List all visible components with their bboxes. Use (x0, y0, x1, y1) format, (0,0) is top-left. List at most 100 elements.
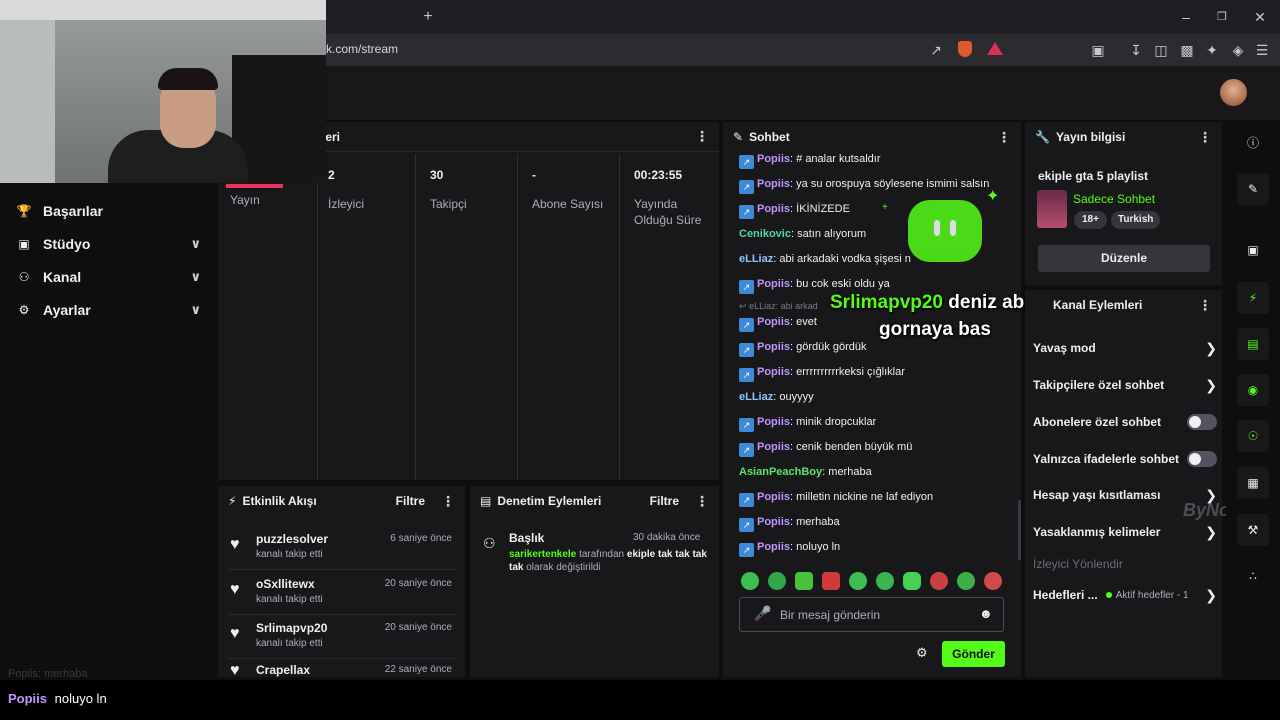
reply-hint: ↩ eLLiaz: abi arkad (739, 301, 818, 312)
setting-goals[interactable]: Hedefleri ... Aktif hedefler - 1 ❯ (1033, 585, 1217, 605)
mod-entry-user[interactable]: sarikertenkele (509, 549, 576, 560)
microphone-icon[interactable]: 🎤 (754, 605, 771, 622)
chat-input-placeholder[interactable]: Bir mesaj gönderin (780, 608, 880, 622)
download-icon[interactable]: ↧ (1126, 40, 1146, 60)
brave-shield-icon[interactable] (958, 41, 972, 57)
new-tab-button[interactable]: + (418, 7, 438, 27)
emote-icon[interactable] (741, 572, 759, 590)
edit-button[interactable]: Düzenle (1038, 245, 1210, 272)
emote-icon[interactable] (930, 572, 948, 590)
chat-text: # analar kutsaldır (796, 153, 881, 165)
setting-followers-only[interactable]: Takipçilere özel sohbet ❯ (1033, 375, 1217, 395)
more-options-icon[interactable]: ⋮ (1198, 297, 1212, 314)
wrench-icon[interactable]: ⚒ (1237, 514, 1269, 546)
category-thumbnail[interactable] (1037, 190, 1067, 228)
url-text[interactable]: k.com/stream (326, 42, 398, 56)
document-icon[interactable]: ▤ (1237, 328, 1269, 360)
chat-username[interactable]: Cenikovic (739, 228, 791, 240)
chat-username[interactable]: eLLiaz (739, 391, 773, 403)
more-options-icon[interactable]: ⋮ (695, 128, 709, 145)
active-dot (1105, 592, 1112, 598)
setting-banned-words[interactable]: Yasaklanmış kelimeler ❯ (1033, 522, 1217, 542)
chat-username[interactable]: Popiis (757, 441, 790, 453)
chat-text: evet (796, 316, 817, 328)
reader-icon[interactable]: ▣ (1088, 40, 1108, 60)
emote-icon[interactable] (984, 572, 1002, 590)
chat-username[interactable]: Popiis (757, 203, 790, 215)
bolt-icon[interactable]: ⚡ (1237, 282, 1269, 314)
emote-icon[interactable] (876, 572, 894, 590)
event-user[interactable]: puzzlesolver (256, 532, 328, 546)
chat-scrollbar[interactable] (1018, 500, 1021, 560)
sparkle-icon: ✦ (986, 188, 1000, 205)
chat-username[interactable]: Popiis (757, 341, 790, 353)
nav-item-studio[interactable]: ▣ Stüdyo ∨ (16, 232, 201, 256)
menu-icon[interactable]: ☰ (1252, 40, 1272, 60)
emoji-icon[interactable]: ☻ (979, 606, 993, 621)
studio-icon: ▣ (18, 237, 30, 251)
nav-item-settings[interactable]: ⚙ Ayarlar ∨ (16, 298, 201, 322)
vpn-icon[interactable]: ◈ (1228, 40, 1248, 60)
category-name[interactable]: Sadece Sohbet (1073, 192, 1155, 206)
broadcast-icon[interactable]: ☉ (1237, 420, 1269, 452)
moderation-icon[interactable]: ▦ (1237, 467, 1269, 499)
emote-icon[interactable] (903, 572, 921, 590)
send-button[interactable]: Gönder (942, 641, 1005, 667)
reply-icon: ↩ (739, 301, 747, 311)
bottom-ticker (0, 680, 1280, 720)
chat-username[interactable]: Popiis (757, 178, 790, 190)
chat-username[interactable]: Popiis (757, 278, 790, 290)
chat-username[interactable]: Popiis (757, 416, 790, 428)
share-icon[interactable]: ↗ (926, 40, 946, 60)
pencil-icon[interactable]: ✎ (1237, 173, 1269, 205)
emote-icon[interactable] (795, 572, 813, 590)
chat-icon[interactable]: ◉ (1237, 374, 1269, 406)
group-icon[interactable]: ∴ (1237, 560, 1269, 592)
chat-username[interactable]: AsianPeachBoy (739, 466, 822, 478)
setting-label: Takipçilere özel sohbet (1033, 378, 1165, 392)
moderation-filter-button[interactable]: Filtre (650, 494, 679, 508)
gear-icon[interactable]: ⚙ (916, 645, 928, 661)
event-user[interactable]: oSxllitewx (256, 577, 315, 591)
setting-label: Yasaklanmış kelimeler (1033, 525, 1161, 539)
events-filter-button[interactable]: Filtre (396, 494, 425, 508)
emote-icon[interactable] (768, 572, 786, 590)
chat-username[interactable]: Popiis (757, 316, 790, 328)
minimize-icon[interactable]: – (1176, 7, 1196, 27)
chat-username[interactable]: Popiis (757, 366, 790, 378)
nav-item-achievements[interactable]: 🏆 Başarılar (16, 199, 201, 223)
more-options-icon[interactable]: ⋮ (695, 493, 709, 510)
emote-icon[interactable] (822, 572, 840, 590)
info-icon[interactable]: ⓘ (1237, 127, 1269, 159)
events-title: Etkinlik Akışı (242, 494, 317, 508)
more-options-icon[interactable]: ⋮ (997, 129, 1011, 146)
chat-username[interactable]: Popiis (757, 516, 790, 528)
chat-username[interactable]: Popiis (757, 491, 790, 503)
ai-icon[interactable]: ✦ (1202, 40, 1222, 60)
studio-icon[interactable]: ▣ (1237, 234, 1269, 266)
nav-item-channel[interactable]: ⚇ Kanal ∨ (16, 265, 201, 289)
chat-username[interactable]: eLLiaz (739, 253, 773, 265)
maximize-icon[interactable]: ❐ (1212, 7, 1232, 27)
event-user[interactable]: Crapellax (256, 663, 310, 677)
rewards-icon[interactable] (987, 42, 1003, 55)
nav-label: Ayarlar (43, 302, 91, 318)
close-icon[interactable]: ✕ (1250, 7, 1270, 27)
avatar[interactable] (1220, 79, 1247, 106)
event-user[interactable]: Srlimapvp20 (256, 621, 327, 635)
subscribers-only-toggle[interactable] (1187, 414, 1217, 430)
chat-text: noluyo ln (796, 541, 841, 553)
wallet-icon[interactable]: ▩ (1177, 40, 1197, 60)
chat-username[interactable]: Popiis (757, 541, 790, 553)
emotes-only-toggle[interactable] (1187, 451, 1217, 467)
more-options-icon[interactable]: ⋮ (1198, 129, 1212, 146)
emote-icon[interactable] (849, 572, 867, 590)
sidebar-icon[interactable]: ◫ (1151, 40, 1171, 60)
emote-icon[interactable] (957, 572, 975, 590)
chevron-right-icon: ❯ (1205, 339, 1217, 356)
chat-username[interactable]: Popiis (757, 153, 790, 165)
more-options-icon[interactable]: ⋮ (441, 493, 455, 510)
setting-slow-mode[interactable]: Yavaş mod ❯ (1033, 338, 1217, 358)
user-edit-icon: ⚇ (483, 535, 496, 551)
setting-label: Yalnızca ifadelerle sohbet (1033, 452, 1180, 466)
